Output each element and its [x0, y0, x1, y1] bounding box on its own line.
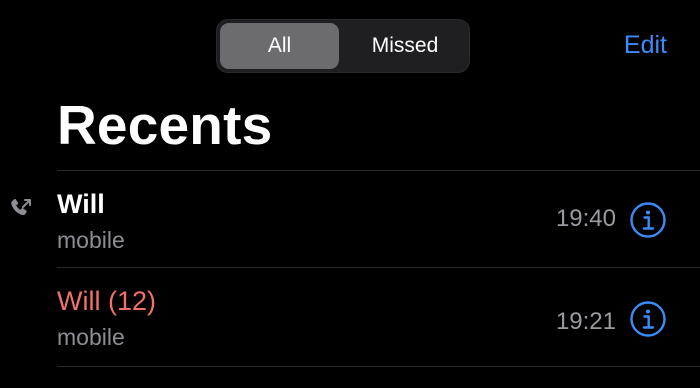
call-time: 19:21: [555, 308, 616, 335]
call-filter-segmented-control: All Missed: [216, 19, 470, 73]
info-icon[interactable]: [629, 201, 667, 239]
call-time: 19:40: [555, 205, 616, 232]
edit-button[interactable]: Edit: [624, 31, 667, 60]
call-row-will[interactable]: Will mobile 19:40: [0, 171, 700, 267]
page-title: Recents: [57, 94, 273, 156]
caller-name: Will: [57, 189, 105, 219]
segment-all[interactable]: All: [220, 23, 339, 69]
divider: [57, 366, 700, 367]
outgoing-call-icon: [11, 198, 31, 216]
segment-missed[interactable]: Missed: [343, 23, 467, 69]
info-icon[interactable]: [629, 300, 667, 338]
call-type-label: mobile: [57, 324, 125, 350]
call-row-will-12[interactable]: Will (12) mobile 19:21: [0, 268, 700, 364]
caller-name: Will (12): [57, 286, 156, 316]
call-type-label: mobile: [57, 227, 125, 253]
